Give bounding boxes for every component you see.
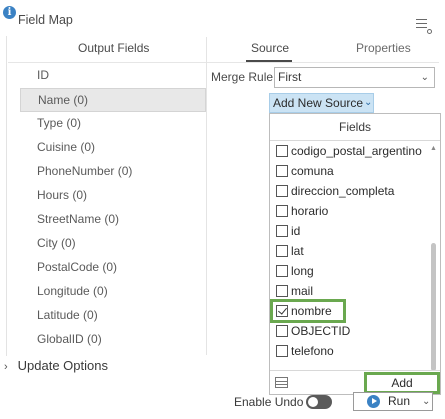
- output-field-item[interactable]: Type (0): [20, 112, 206, 136]
- output-field-item[interactable]: Cuisine (0): [20, 136, 206, 160]
- output-field-item[interactable]: ID: [20, 64, 206, 88]
- field-option-label: telefono: [291, 344, 334, 358]
- field-option-label: OBJECTID: [291, 324, 351, 338]
- enable-undo-label: Enable Undo: [234, 395, 304, 409]
- field-option-label: codigo_postal_argentino: [291, 144, 422, 158]
- active-tab-indicator: [246, 60, 292, 62]
- output-field-item-selected[interactable]: Name (0): [20, 88, 206, 112]
- field-option[interactable]: telefono: [274, 341, 426, 361]
- field-option-label: comuna: [291, 164, 334, 178]
- pane-left-border: [6, 36, 7, 356]
- checkbox[interactable]: [276, 205, 288, 217]
- field-option[interactable]: long: [274, 261, 426, 281]
- field-option-label: long: [291, 264, 314, 278]
- fields-popup-title: Fields: [270, 114, 440, 141]
- tab-properties[interactable]: Properties: [356, 41, 411, 57]
- play-icon: [367, 395, 380, 408]
- checkbox[interactable]: [276, 345, 288, 357]
- merge-rule-value: First: [278, 70, 302, 84]
- fields-scrollbar[interactable]: ▲: [428, 141, 439, 377]
- field-option[interactable]: id: [274, 221, 426, 241]
- checkbox-checked[interactable]: [276, 305, 288, 317]
- field-option-label: direccion_completa: [291, 184, 395, 198]
- tab-strip-divider: [207, 62, 439, 63]
- add-new-source-label: Add New Source: [273, 96, 364, 110]
- field-option[interactable]: lat: [274, 241, 426, 261]
- field-option-label: nombre: [291, 304, 332, 318]
- checkbox[interactable]: [276, 325, 288, 337]
- field-option-label: mail: [291, 284, 314, 298]
- update-options-expander[interactable]: › Update Options: [4, 358, 108, 373]
- tab-source[interactable]: Source: [251, 41, 289, 57]
- chevron-down-icon: ⌄: [364, 97, 373, 108]
- checkbox[interactable]: [276, 185, 288, 197]
- output-field-item[interactable]: Longitude (0): [20, 280, 206, 304]
- field-option-checked[interactable]: nombre: [270, 299, 346, 323]
- checkbox[interactable]: [276, 265, 288, 277]
- run-button[interactable]: Run ⌄: [353, 392, 433, 411]
- update-options-label: Update Options: [17, 358, 108, 373]
- chevron-down-icon[interactable]: ⌄: [422, 393, 430, 410]
- output-field-item[interactable]: PhoneNumber (0): [20, 160, 206, 184]
- field-option[interactable]: mail: [274, 281, 426, 301]
- output-field-item[interactable]: Hours (0): [20, 184, 206, 208]
- output-field-item[interactable]: GlobalID (0): [20, 328, 206, 352]
- output-field-item[interactable]: StreetName (0): [20, 208, 206, 232]
- output-fields-list: ID Name (0) Type (0) Cuisine (0) PhoneNu…: [20, 64, 206, 352]
- field-option[interactable]: comuna: [274, 161, 426, 181]
- fields-popup: Fields codigo_postal_argentino comuna di…: [269, 113, 441, 395]
- chevron-down-icon: ⌄: [420, 72, 429, 83]
- pane-title: Field Map: [18, 13, 73, 27]
- fields-checklist: codigo_postal_argentino comuna direccion…: [270, 141, 426, 361]
- checkbox[interactable]: [276, 225, 288, 237]
- field-option-label: id: [291, 224, 301, 238]
- output-fields-header: Output Fields: [78, 41, 150, 55]
- field-option[interactable]: horario: [274, 201, 426, 221]
- add-new-source-button[interactable]: Add New Source ⌄: [269, 93, 374, 113]
- output-field-item[interactable]: City (0): [20, 232, 206, 256]
- checkbox[interactable]: [276, 285, 288, 297]
- chevron-right-icon: ›: [4, 361, 8, 373]
- merge-rule-dropdown[interactable]: First ⌄: [274, 67, 435, 88]
- output-header-divider: [8, 62, 206, 63]
- run-label: Run: [388, 394, 411, 408]
- scrollbar-thumb[interactable]: [431, 243, 436, 371]
- options-menu-icon[interactable]: [416, 17, 432, 34]
- merge-rule-label: Merge Rule: [211, 70, 274, 84]
- field-option[interactable]: codigo_postal_argentino: [274, 141, 426, 161]
- info-icon[interactable]: i: [3, 6, 16, 19]
- checkbox[interactable]: [276, 165, 288, 177]
- field-option-label: lat: [291, 244, 304, 258]
- output-field-item[interactable]: Latitude (0): [20, 304, 206, 328]
- checkbox[interactable]: [276, 145, 288, 157]
- field-option[interactable]: OBJECTID: [274, 321, 426, 341]
- field-option-label: horario: [291, 204, 329, 218]
- field-option[interactable]: direccion_completa: [274, 181, 426, 201]
- output-field-item[interactable]: PostalCode (0): [20, 256, 206, 280]
- add-selected-button[interactable]: Add Selected: [364, 372, 440, 406]
- enable-undo-toggle[interactable]: [306, 395, 332, 409]
- scroll-up-icon[interactable]: ▲: [430, 145, 437, 152]
- checkbox[interactable]: [276, 245, 288, 257]
- column-divider[interactable]: [206, 37, 207, 355]
- table-icon[interactable]: [275, 377, 288, 388]
